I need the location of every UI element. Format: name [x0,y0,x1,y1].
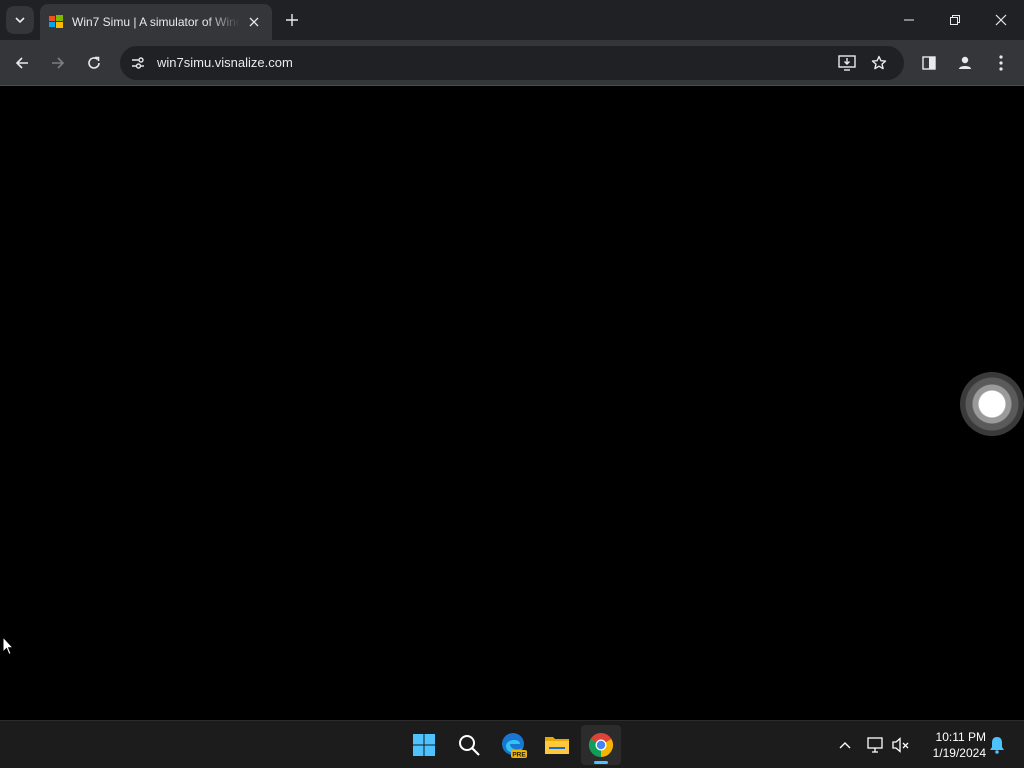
taskbar-search-button[interactable] [449,725,489,765]
window-close-button[interactable] [978,0,1024,40]
back-button[interactable] [7,48,37,78]
side-panel-icon [922,56,936,70]
start-icon [413,734,435,756]
site-info-button[interactable] [124,49,152,77]
search-icon [459,735,480,756]
notifications-button[interactable] [986,733,1008,757]
browser-tab-bar: Win7 Simu | A simulator of Windows 7 [0,0,1024,40]
new-tab-button[interactable] [280,8,304,32]
edge-pre-badge: PRE [512,752,526,759]
browser-toolbar: win7simu.visnalize.com [0,40,1024,86]
restore-icon [950,15,960,25]
install-app-icon [838,55,856,71]
start-button[interactable] [404,725,444,765]
tab-title: Win7 Simu | A simulator of Windows 7 [72,15,240,29]
bookmark-button[interactable] [866,51,892,75]
forward-button[interactable] [43,48,73,78]
side-panel-button[interactable] [914,48,944,78]
address-bar[interactable]: win7simu.visnalize.com [120,46,904,80]
minimize-icon [904,19,914,21]
profile-icon [959,56,971,69]
browser-tab[interactable]: Win7 Simu | A simulator of Windows 7 [40,4,272,40]
chevron-up-icon [839,742,851,749]
clock-time: 10:11 PM [935,730,986,744]
network-status-button[interactable] [865,733,887,757]
active-app-indicator [594,761,608,764]
network-icon [867,737,883,753]
minimize-button[interactable] [886,0,932,40]
forward-icon [52,57,65,69]
profile-button[interactable] [950,48,980,78]
page-viewport[interactable] [0,87,1024,720]
show-hidden-icons-button[interactable] [834,733,856,757]
file-explorer-button[interactable] [537,725,577,765]
chrome-icon [588,733,614,757]
windows-taskbar: PRE 10:11 PM 1/19/2024 [0,720,1024,768]
restore-button[interactable] [932,0,978,40]
edge-icon: PRE [502,733,527,759]
volume-button[interactable] [890,733,912,757]
menu-icon [999,55,1003,71]
back-icon [15,57,28,69]
browser-menu-button[interactable] [986,48,1016,78]
taskbar-clock[interactable]: 10:11 PM 1/19/2024 [918,729,986,761]
bookmark-star-icon [871,55,887,70]
url-text[interactable]: win7simu.visnalize.com [157,55,293,70]
loading-spinner [960,372,1024,436]
install-app-button[interactable] [834,51,860,75]
reload-button[interactable] [79,48,109,78]
tab-search-button[interactable] [6,6,34,34]
close-icon [995,14,1007,26]
tab-close-button[interactable] [244,12,264,32]
reload-icon [88,56,100,69]
file-explorer-icon [545,737,569,754]
close-icon [249,17,259,27]
bell-icon [990,737,1004,754]
site-info-icon [132,57,144,69]
windows-logo-icon [49,15,63,28]
chrome-button[interactable] [581,725,621,765]
chevron-down-icon [15,17,25,24]
mouse-cursor-icon [2,636,14,656]
volume-muted-icon [892,737,909,753]
clock-date: 1/19/2024 [932,746,986,760]
plus-icon [286,14,298,26]
edge-button[interactable]: PRE [494,725,534,765]
